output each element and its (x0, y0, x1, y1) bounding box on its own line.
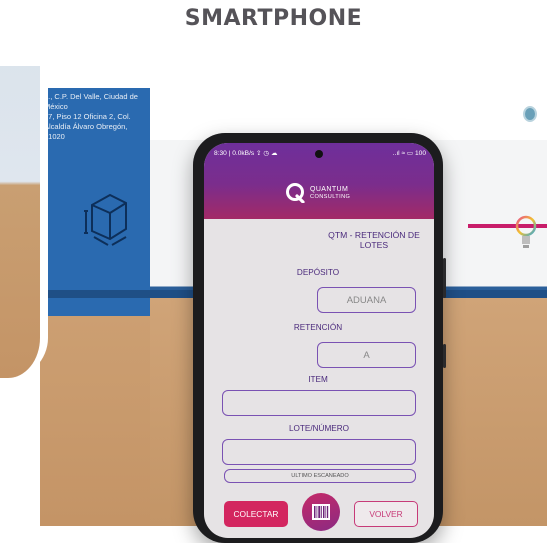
scan-button[interactable] (302, 493, 340, 531)
status-bar-right: ..ıl ≈ ▭ 100 (392, 150, 426, 157)
deposito-value: ADUANA (346, 295, 387, 306)
retencion-field[interactable]: A (317, 342, 416, 368)
box-3d-icon (84, 193, 127, 246)
barcode-icon (312, 504, 330, 520)
ultimo-escaneado-field: ULTIMO ESCANEADO (224, 469, 416, 483)
camera-icon (315, 150, 323, 158)
item-label: ITEM (308, 375, 328, 384)
app-header: 8:30 | 0.0kB/s ⇪ ◷ ☁ ..ıl ≈ ▭ 100 QUANTU… (204, 143, 434, 219)
item-input[interactable] (222, 390, 416, 416)
status-bar-left: 8:30 | 0.0kB/s ⇪ ◷ ☁ (214, 150, 278, 157)
status-dot (525, 108, 535, 120)
colectar-button[interactable]: COLECTAR (224, 501, 288, 527)
logo-wordmark: QUANTUM CONSULTING (310, 186, 350, 201)
quantum-logo: QUANTUM CONSULTING (284, 181, 374, 205)
status-bar: 8:30 | 0.0kB/s ⇪ ◷ ☁ ..ıl ≈ ▭ 100 (204, 146, 434, 160)
quantum-logo-icon (286, 183, 305, 203)
logo-line-1: QUANTUM (310, 186, 349, 193)
retencion-value: A (363, 350, 370, 361)
logo-line-2: CONSULTING (310, 194, 351, 200)
cardboard-box-front (40, 88, 150, 526)
form-title: QTM - RETENCIÓN DE LOTES (328, 230, 420, 250)
deposito-label: DEPÓSITO (296, 268, 340, 277)
lightbulb-icon (515, 215, 537, 248)
phone-side-button (443, 258, 446, 298)
volver-button[interactable]: VOLVER (354, 501, 418, 527)
retencion-label: RETENCIÓN (293, 323, 343, 332)
phone-screen: 8:30 | 0.0kB/s ⇪ ◷ ☁ ..ıl ≈ ▭ 100 QUANTU… (204, 143, 434, 538)
phone-side-button (443, 344, 446, 368)
deposito-field[interactable]: ADUANA (317, 287, 416, 313)
box-address-label: ..., C.P. Del Valle, Ciudad de México 77… (44, 92, 138, 141)
lote-label: LOTE/NÚMERO (288, 424, 350, 433)
lote-input[interactable] (222, 439, 416, 465)
page-title: SMARTPHONE (184, 6, 363, 31)
